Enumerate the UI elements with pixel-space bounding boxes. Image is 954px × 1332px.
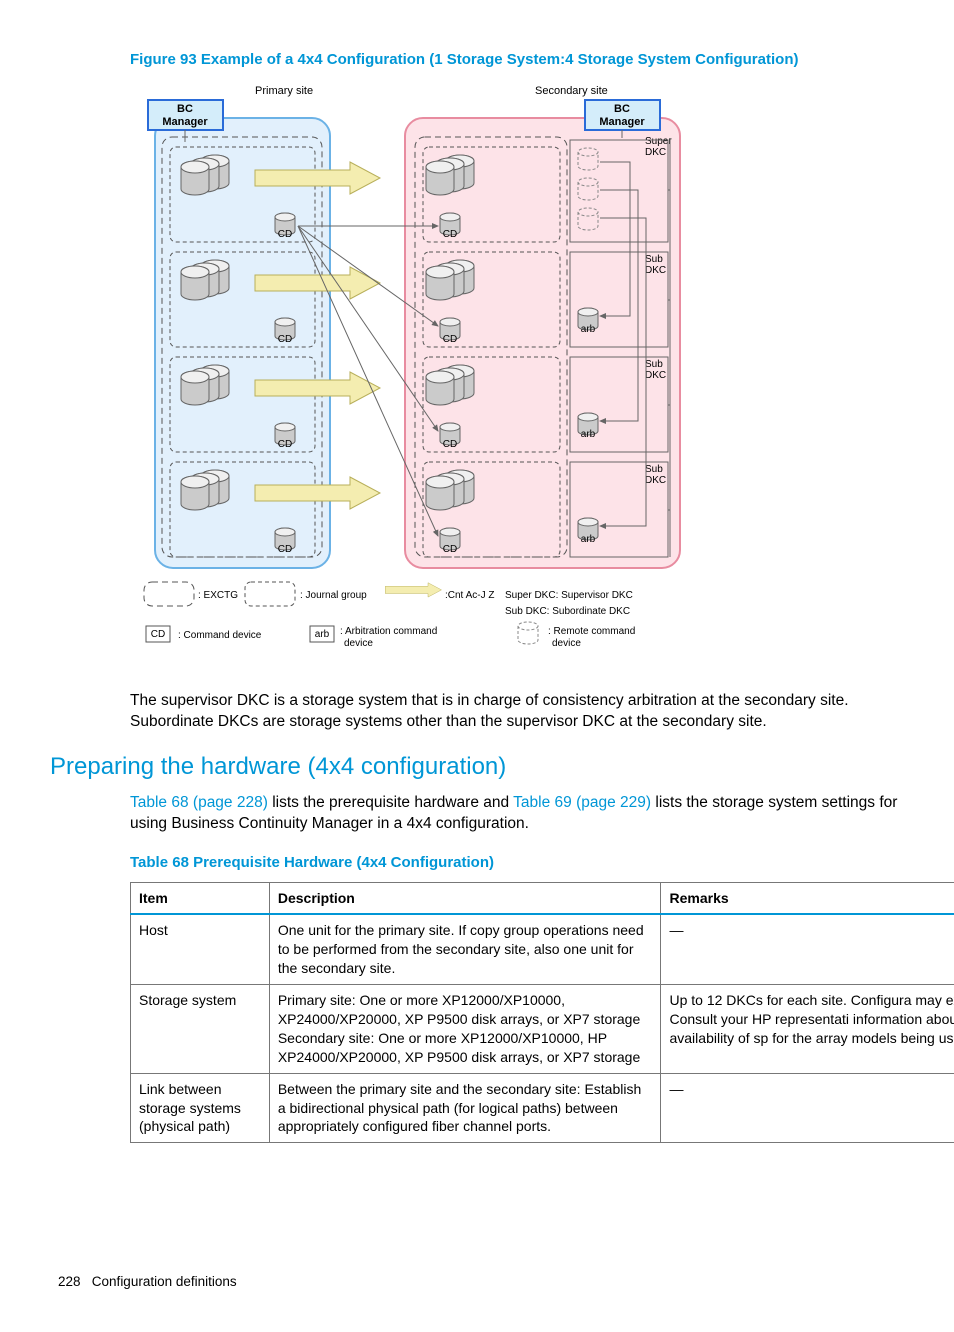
svg-text:: EXCTG: : EXCTG xyxy=(198,590,238,601)
svg-text:BC: BC xyxy=(177,103,193,115)
prereq-hardware-table: Item Description Remarks Host One unit f… xyxy=(130,882,954,1144)
primary-site-label: Primary site xyxy=(255,85,313,97)
page-number: 228 xyxy=(58,1274,81,1289)
svg-text:CD: CD xyxy=(151,629,165,640)
svg-text:CD: CD xyxy=(443,334,457,345)
figure-caption: Figure 93 Example of a 4x4 Configuration… xyxy=(130,50,954,70)
svg-text:Manager: Manager xyxy=(162,116,208,128)
svg-text:: Journal group: : Journal group xyxy=(300,590,367,601)
page-footer: 228 Configuration definitions xyxy=(50,1273,954,1291)
svg-text:DKC: DKC xyxy=(645,370,666,381)
svg-text:arb: arb xyxy=(581,429,596,440)
table-caption: Table 68 Prerequisite Hardware (4x4 Conf… xyxy=(130,853,954,873)
svg-text:: Command device: : Command device xyxy=(178,630,262,641)
svg-text:CD: CD xyxy=(278,229,292,240)
secondary-site-label: Secondary site xyxy=(535,85,608,97)
svg-text:device: device xyxy=(552,638,581,649)
svg-text:CD: CD xyxy=(278,334,292,345)
link-table-68[interactable]: Table 68 (page 228) xyxy=(130,794,268,811)
intro-paragraph: Table 68 (page 228) lists the prerequisi… xyxy=(130,793,930,835)
svg-text:Manager: Manager xyxy=(599,116,645,128)
svg-text:: Arbitration command: : Arbitration command xyxy=(340,626,437,637)
svg-text:CD: CD xyxy=(278,439,292,450)
svg-text:arb: arb xyxy=(581,534,596,545)
svg-text:DKC: DKC xyxy=(645,265,666,276)
svg-text:Sub DKC: Subordinate DKC: Sub DKC: Subordinate DKC xyxy=(505,606,630,617)
svg-text:Sub: Sub xyxy=(645,464,663,475)
supervisor-dkc-paragraph: The supervisor DKC is a storage system t… xyxy=(130,691,930,733)
svg-text:DKC: DKC xyxy=(645,475,666,486)
th-description: Description xyxy=(269,882,661,914)
svg-text:arb: arb xyxy=(581,324,596,335)
figure-diagram: Primary site Secondary site BC Manager B… xyxy=(140,82,954,669)
table-row: Storage system Primary site: One or more… xyxy=(131,985,954,1074)
svg-text:DKC: DKC xyxy=(645,147,666,158)
link-table-69[interactable]: Table 69 (page 229) xyxy=(513,794,651,811)
svg-text:: Remote command: : Remote command xyxy=(548,626,635,637)
svg-text:CD: CD xyxy=(278,544,292,555)
table-row: Link between storage systems (physical p… xyxy=(131,1073,954,1143)
svg-text:Super DKC: Supervisor DKC: Super DKC: Supervisor DKC xyxy=(505,590,633,601)
svg-text:Sub: Sub xyxy=(645,254,663,265)
svg-text:CD: CD xyxy=(443,439,457,450)
svg-text:BC: BC xyxy=(614,103,630,115)
svg-text:device: device xyxy=(344,638,373,649)
th-item: Item xyxy=(131,882,270,914)
footer-section: Configuration definitions xyxy=(92,1274,237,1289)
svg-text::Cnt Ac-J Z: :Cnt Ac-J Z xyxy=(445,590,494,601)
svg-text:CD: CD xyxy=(443,544,457,555)
svg-text:Sub: Sub xyxy=(645,359,663,370)
section-heading: Preparing the hardware (4x4 configuratio… xyxy=(50,751,954,783)
table-row: Host One unit for the primary site. If c… xyxy=(131,914,954,984)
svg-text:CD: CD xyxy=(443,229,457,240)
svg-text:arb: arb xyxy=(315,629,330,640)
th-remarks: Remarks xyxy=(661,882,954,914)
